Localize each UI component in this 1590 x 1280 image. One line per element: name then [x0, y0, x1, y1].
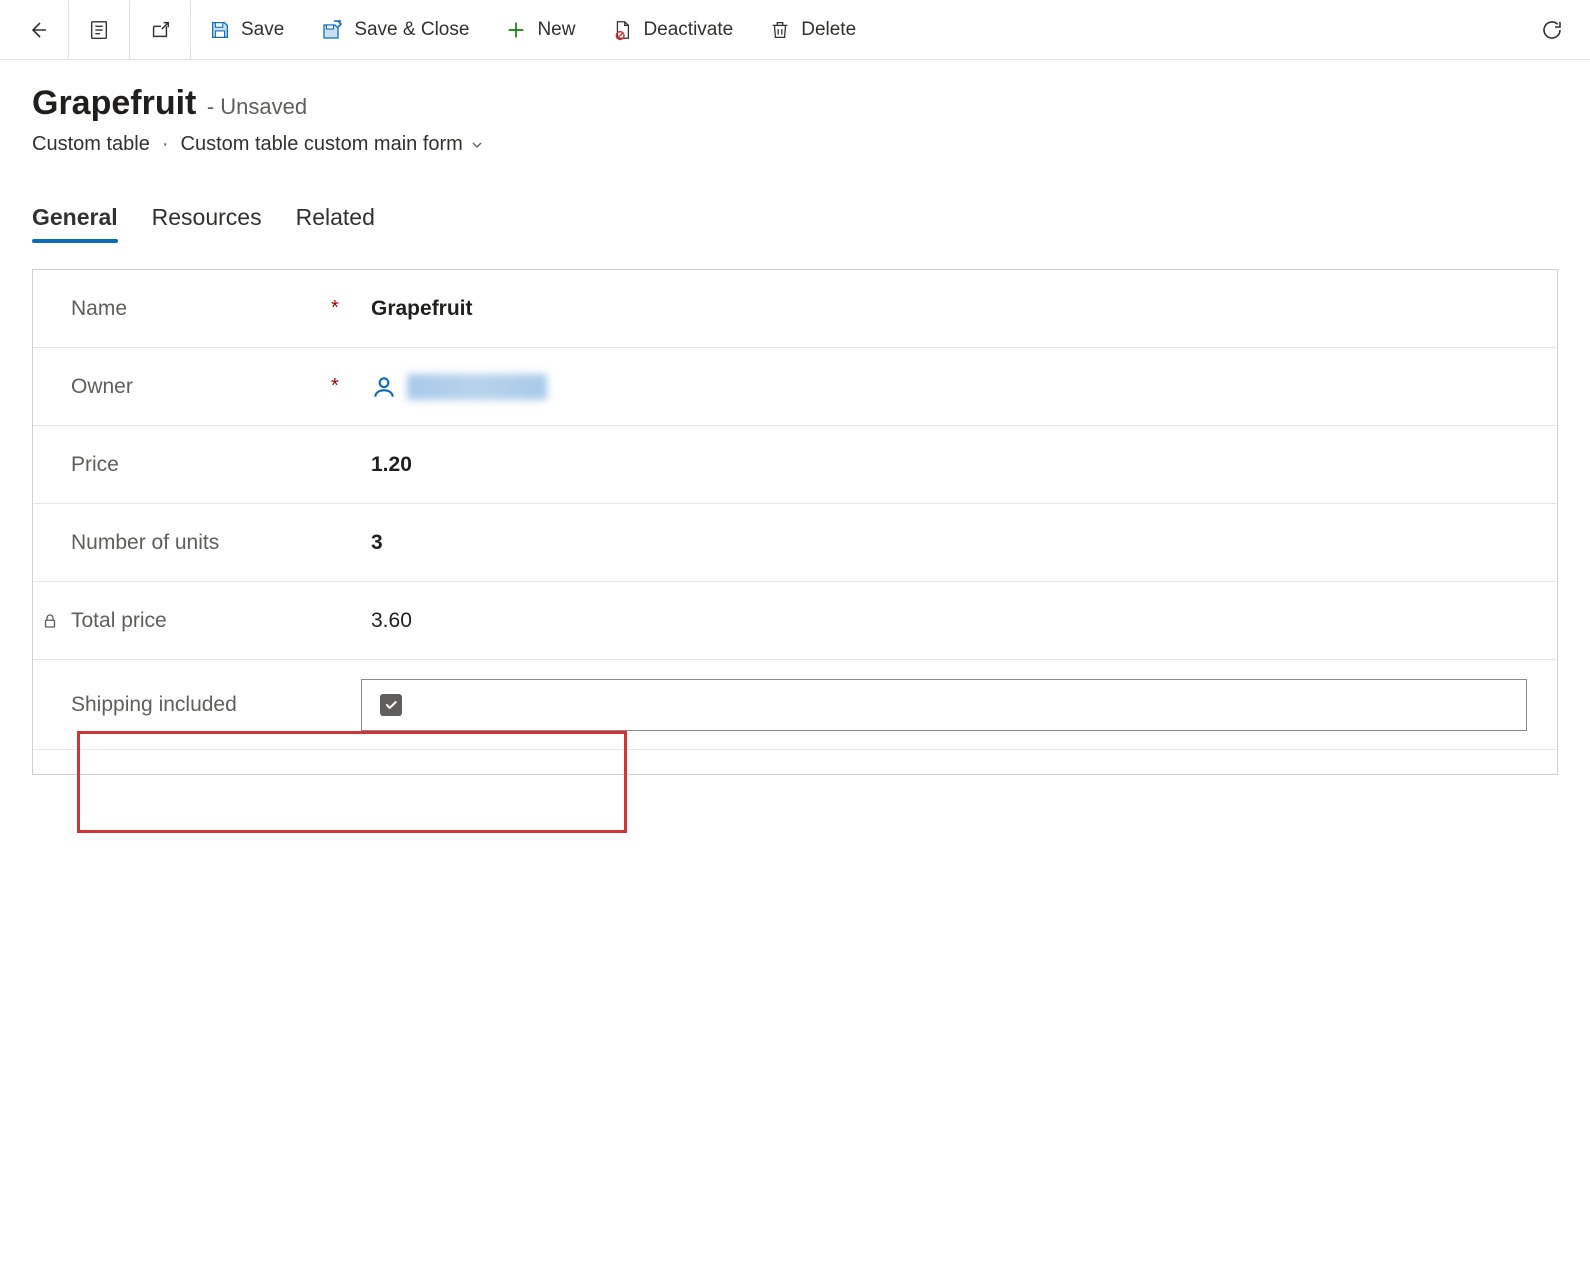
deactivate-icon: [611, 19, 633, 41]
field-name-label: Name: [71, 297, 331, 321]
open-new-window-button[interactable]: [130, 1, 190, 59]
field-units-value[interactable]: 3: [371, 531, 1527, 555]
lock-icon: [41, 612, 59, 630]
new-label: New: [537, 19, 575, 41]
field-units-row[interactable]: Number of units 3: [33, 504, 1557, 582]
page-content: Grapefruit - Unsaved Custom table · Cust…: [0, 60, 1590, 807]
field-price-label: Price: [71, 453, 331, 477]
form-panel: Name * Grapefruit Owner * Price: [32, 269, 1558, 775]
person-icon: [371, 374, 397, 400]
table-name: Custom table: [32, 133, 150, 156]
form-selector[interactable]: Custom table custom main form: [181, 133, 485, 156]
field-price-value[interactable]: 1.20: [371, 453, 1527, 477]
refresh-button[interactable]: [1522, 1, 1582, 59]
separator-dot: ·: [162, 133, 169, 156]
plus-icon: [505, 19, 527, 41]
save-label: Save: [241, 19, 284, 41]
save-close-button[interactable]: Save & Close: [302, 1, 487, 59]
field-owner-row[interactable]: Owner *: [33, 348, 1557, 426]
field-price-row[interactable]: Price 1.20: [33, 426, 1557, 504]
record-header: Grapefruit - Unsaved: [32, 84, 1558, 123]
owner-name-redacted: [407, 374, 547, 400]
field-name-row[interactable]: Name * Grapefruit: [33, 270, 1557, 348]
tab-general[interactable]: General: [32, 204, 118, 241]
back-arrow-icon: [26, 18, 50, 42]
record-title: Grapefruit: [32, 84, 196, 122]
save-close-icon: [320, 18, 344, 42]
form-name: Custom table custom main form: [181, 133, 463, 156]
field-name-value[interactable]: Grapefruit: [371, 297, 1527, 321]
record-status: - Unsaved: [207, 94, 307, 119]
field-total-value: 3.60: [371, 609, 1527, 633]
trash-icon: [769, 19, 791, 41]
field-shipping-row[interactable]: Shipping included: [33, 660, 1557, 750]
field-owner-value[interactable]: [371, 374, 1527, 400]
back-button[interactable]: [8, 1, 68, 59]
save-close-label: Save & Close: [354, 19, 469, 41]
popout-icon: [149, 19, 171, 41]
deactivate-label: Deactivate: [643, 19, 733, 41]
list-panel-button[interactable]: [69, 1, 129, 59]
tab-related[interactable]: Related: [296, 204, 375, 241]
field-units-label: Number of units: [71, 531, 331, 555]
record-subheader: Custom table · Custom table custom main …: [32, 133, 1558, 156]
check-icon: [384, 698, 398, 712]
tab-resources[interactable]: Resources: [152, 204, 262, 241]
delete-label: Delete: [801, 19, 856, 41]
required-indicator: *: [331, 375, 371, 398]
list-icon: [88, 19, 110, 41]
save-icon: [209, 19, 231, 41]
tabs: General Resources Related: [32, 204, 1558, 241]
new-button[interactable]: New: [487, 1, 593, 59]
field-shipping-label: Shipping included: [71, 693, 361, 717]
deactivate-button[interactable]: Deactivate: [593, 1, 751, 59]
field-total-row: Total price 3.60: [33, 582, 1557, 660]
save-button[interactable]: Save: [191, 1, 302, 59]
delete-button[interactable]: Delete: [751, 1, 874, 59]
shipping-checkbox[interactable]: [380, 694, 402, 716]
shipping-checkbox-wrap[interactable]: [361, 679, 1527, 731]
refresh-icon: [1540, 18, 1564, 42]
field-total-label: Total price: [71, 609, 331, 633]
chevron-down-icon: [469, 137, 485, 153]
required-indicator: *: [331, 297, 371, 320]
field-owner-label: Owner: [71, 375, 331, 399]
toolbar: Save Save & Close New D: [0, 0, 1590, 60]
